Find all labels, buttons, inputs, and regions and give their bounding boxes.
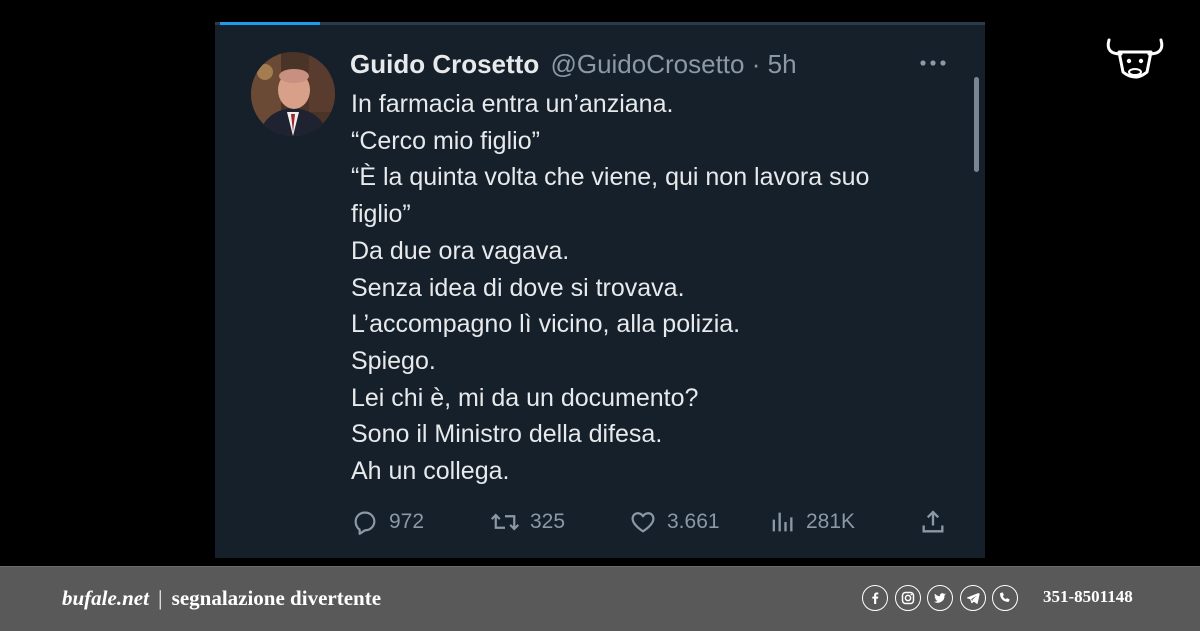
tweet-line: L’accompagno lì vicino, alla polizia. (351, 310, 741, 339)
like-button[interactable]: 3.661 (629, 504, 720, 540)
brand-name[interactable]: bufale.net (62, 586, 149, 610)
tweet-line: In farmacia entra un’anziana. (351, 90, 674, 118)
tweet-line: “Cerco mio figlio” (351, 126, 540, 155)
brand-tagline: segnalazione divertente (171, 586, 382, 610)
whatsapp-icon[interactable] (992, 585, 1018, 611)
tweet-text: In farmacia entra un’anziana. “Cerco mio… (351, 86, 961, 490)
share-button[interactable] (915, 504, 951, 540)
tweet-line: figlio” (351, 200, 411, 229)
more-icon[interactable] (915, 56, 951, 70)
tweet-card: Guido Crosetto @GuidoCrosetto · 5h In fa… (215, 22, 985, 558)
tweet-time[interactable]: 5h (768, 49, 797, 79)
avatar[interactable] (251, 52, 335, 136)
progress-track (215, 22, 985, 25)
footer-brand: bufale.net | segnalazione divertente (62, 586, 381, 611)
heart-icon (631, 512, 655, 533)
reply-count: 972 (389, 510, 425, 533)
footer: bufale.net | segnalazione divertente 351… (0, 566, 1200, 631)
tweet-line: Ah un collega. (351, 457, 510, 486)
brand-separator: | (158, 586, 163, 610)
tweet-line: Senza idea di dove si trovava. (351, 273, 685, 302)
reply-icon (354, 511, 376, 535)
scrollbar-thumb[interactable] (974, 77, 979, 172)
facebook-icon[interactable] (862, 585, 888, 611)
author-handle[interactable]: @GuidoCrosetto (550, 49, 744, 79)
progress-fill (220, 22, 320, 25)
views-count: 281K (806, 510, 856, 533)
tweet-line: Da due ora vagava. (351, 236, 570, 265)
retweet-count: 325 (530, 510, 566, 533)
tweet-line: Lei chi è, mi da un documento? (351, 383, 699, 412)
tweet-line: Sono il Ministro della difesa. (351, 420, 663, 449)
retweet-button[interactable]: 325 (490, 504, 565, 540)
share-icon (922, 510, 944, 533)
telegram-icon[interactable] (960, 585, 986, 611)
tweet-line: Spiego. (351, 346, 436, 375)
views-button[interactable]: 281K (768, 504, 855, 540)
tweet-header: Guido Crosetto @GuidoCrosetto · 5h (350, 48, 797, 80)
instagram-icon[interactable] (895, 585, 921, 611)
phone-number[interactable]: 351-8501148 (1043, 587, 1133, 607)
bull-logo-icon (1103, 34, 1167, 84)
tweet-actions: 972 325 3.661 281K (351, 504, 951, 540)
like-count: 3.661 (667, 510, 720, 533)
reply-button[interactable]: 972 (351, 504, 424, 540)
views-icon (772, 512, 793, 532)
header-separator: · (751, 49, 761, 79)
retweet-icon (490, 513, 520, 531)
twitter-icon[interactable] (927, 585, 953, 611)
author-name[interactable]: Guido Crosetto (350, 49, 539, 79)
tweet-line: “È la quinta volta che viene, qui non la… (351, 163, 870, 192)
avatar-image (251, 52, 335, 136)
